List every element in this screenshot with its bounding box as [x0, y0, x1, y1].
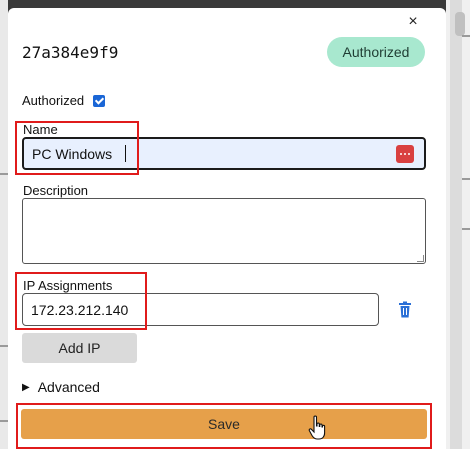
background-page-right [446, 0, 470, 449]
highlight-box-name [15, 121, 139, 175]
advanced-toggle[interactable]: ▶ Advanced [22, 379, 100, 395]
member-edit-modal: × 27a384e9f9 Authorized Authorized Name … [8, 8, 446, 449]
scrollbar-thumb[interactable] [455, 12, 465, 36]
password-manager-icon[interactable] [396, 145, 414, 163]
scrollbar-track[interactable] [450, 0, 465, 449]
checkbox-checked-icon[interactable] [93, 94, 106, 107]
triangle-right-icon: ▶ [22, 381, 30, 393]
background-mark [0, 420, 8, 422]
background-mark [0, 345, 8, 347]
node-id: 27a384e9f9 [22, 43, 119, 62]
close-icon[interactable]: × [403, 12, 423, 32]
highlight-box-ip-assignments [15, 272, 147, 330]
status-badge: Authorized [327, 37, 425, 67]
highlight-box-save [16, 403, 432, 449]
description-textarea[interactable] [22, 198, 426, 264]
advanced-label: Advanced [37, 379, 100, 395]
background-mark [462, 178, 470, 180]
add-ip-button[interactable]: Add IP [22, 333, 137, 363]
description-label: Description [23, 183, 89, 198]
background-mark [462, 35, 470, 37]
background-page-left [0, 0, 8, 449]
authorized-label: Authorized [22, 93, 85, 108]
background-mark [0, 173, 8, 175]
trash-icon[interactable] [397, 301, 413, 319]
resize-grip-icon[interactable] [417, 255, 424, 262]
authorized-row: Authorized [22, 93, 106, 108]
background-mark [462, 228, 470, 230]
